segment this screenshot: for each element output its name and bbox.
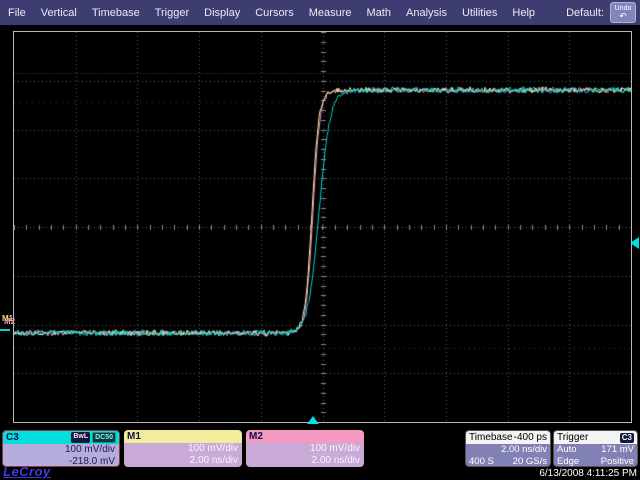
- menu-vertical[interactable]: Vertical: [41, 7, 77, 19]
- bandwidth-limit-badge: BwL: [71, 432, 90, 443]
- menu-trigger[interactable]: Trigger: [155, 7, 189, 19]
- trigger-title: Trigger: [557, 431, 588, 444]
- waveform-grid: [13, 31, 632, 423]
- menu-bar: File Vertical Timebase Trigger Display C…: [0, 0, 640, 25]
- waveform-display[interactable]: [14, 32, 631, 422]
- m1-volts-per-div: 100 mV/div: [128, 443, 238, 455]
- menu-utilities[interactable]: Utilities: [462, 7, 497, 19]
- trigger-level-marker-icon[interactable]: [630, 237, 639, 249]
- trigger-descriptor[interactable]: Trigger C3 Auto 171 mV Edge Positive: [553, 430, 638, 467]
- menu-math[interactable]: Math: [367, 7, 391, 19]
- c3-header: C3 BwL DC50: [3, 431, 119, 444]
- menu-help[interactable]: Help: [512, 7, 535, 19]
- trigger-time-marker-icon[interactable]: [307, 416, 319, 424]
- c3-label: C3: [6, 431, 19, 444]
- menu-display[interactable]: Display: [204, 7, 240, 19]
- timebase-rate: 20 GS/s: [513, 456, 547, 467]
- menu-cursors[interactable]: Cursors: [255, 7, 294, 19]
- trigger-slope: Positive: [601, 456, 634, 467]
- trace-descriptor-m2[interactable]: M2 100 mV/div 2.00 ns/div: [246, 430, 364, 467]
- menu-analysis[interactable]: Analysis: [406, 7, 447, 19]
- coupling-badge: DC50: [92, 432, 116, 443]
- trigger-level: 171 mV: [601, 444, 634, 456]
- lecroy-logo: LeCroy: [3, 464, 51, 479]
- timebase-samples: 400 S: [469, 456, 494, 467]
- m2-volts-per-div: 100 mV/div: [250, 443, 360, 455]
- trigger-source-badge: C3: [620, 433, 634, 443]
- trigger-type: Edge: [557, 456, 579, 467]
- m1-label: M1: [127, 430, 141, 443]
- timebase-descriptor[interactable]: Timebase -400 ps 2.00 ns/div 400 S 20 GS…: [465, 430, 551, 467]
- m1-time-per-div: 2.00 ns/div: [128, 455, 238, 467]
- timebase-title: Timebase: [469, 431, 513, 444]
- trace-label-m2[interactable]: M2: [4, 318, 15, 326]
- c3-volts-per-div: 100 mV/div: [7, 444, 115, 456]
- default-setup-label: Default:: [566, 7, 604, 19]
- menu-file[interactable]: File: [8, 7, 26, 19]
- channel-descriptor-c3[interactable]: C3 BwL DC50 100 mV/div -218.0 mV: [2, 430, 120, 467]
- oscilloscope-screen: File Vertical Timebase Trigger Display C…: [0, 0, 640, 480]
- trigger-mode: Auto: [557, 444, 577, 456]
- menu-measure[interactable]: Measure: [309, 7, 352, 19]
- timebase-scale: 2.00 ns/div: [501, 444, 547, 456]
- undo-arrow-icon: ↶: [619, 12, 627, 21]
- m2-time-per-div: 2.00 ns/div: [250, 455, 360, 467]
- trace-descriptor-m1[interactable]: M1 100 mV/div 2.00 ns/div: [124, 430, 242, 467]
- c3-offset-marker[interactable]: [0, 329, 10, 331]
- undo-button[interactable]: Undo ↶: [610, 2, 636, 23]
- timebase-offset: -400 ps: [514, 431, 547, 444]
- datetime-status: 6/13/2008 4:11:25 PM: [539, 468, 637, 479]
- menu-timebase[interactable]: Timebase: [92, 7, 140, 19]
- m2-label: M2: [249, 430, 263, 443]
